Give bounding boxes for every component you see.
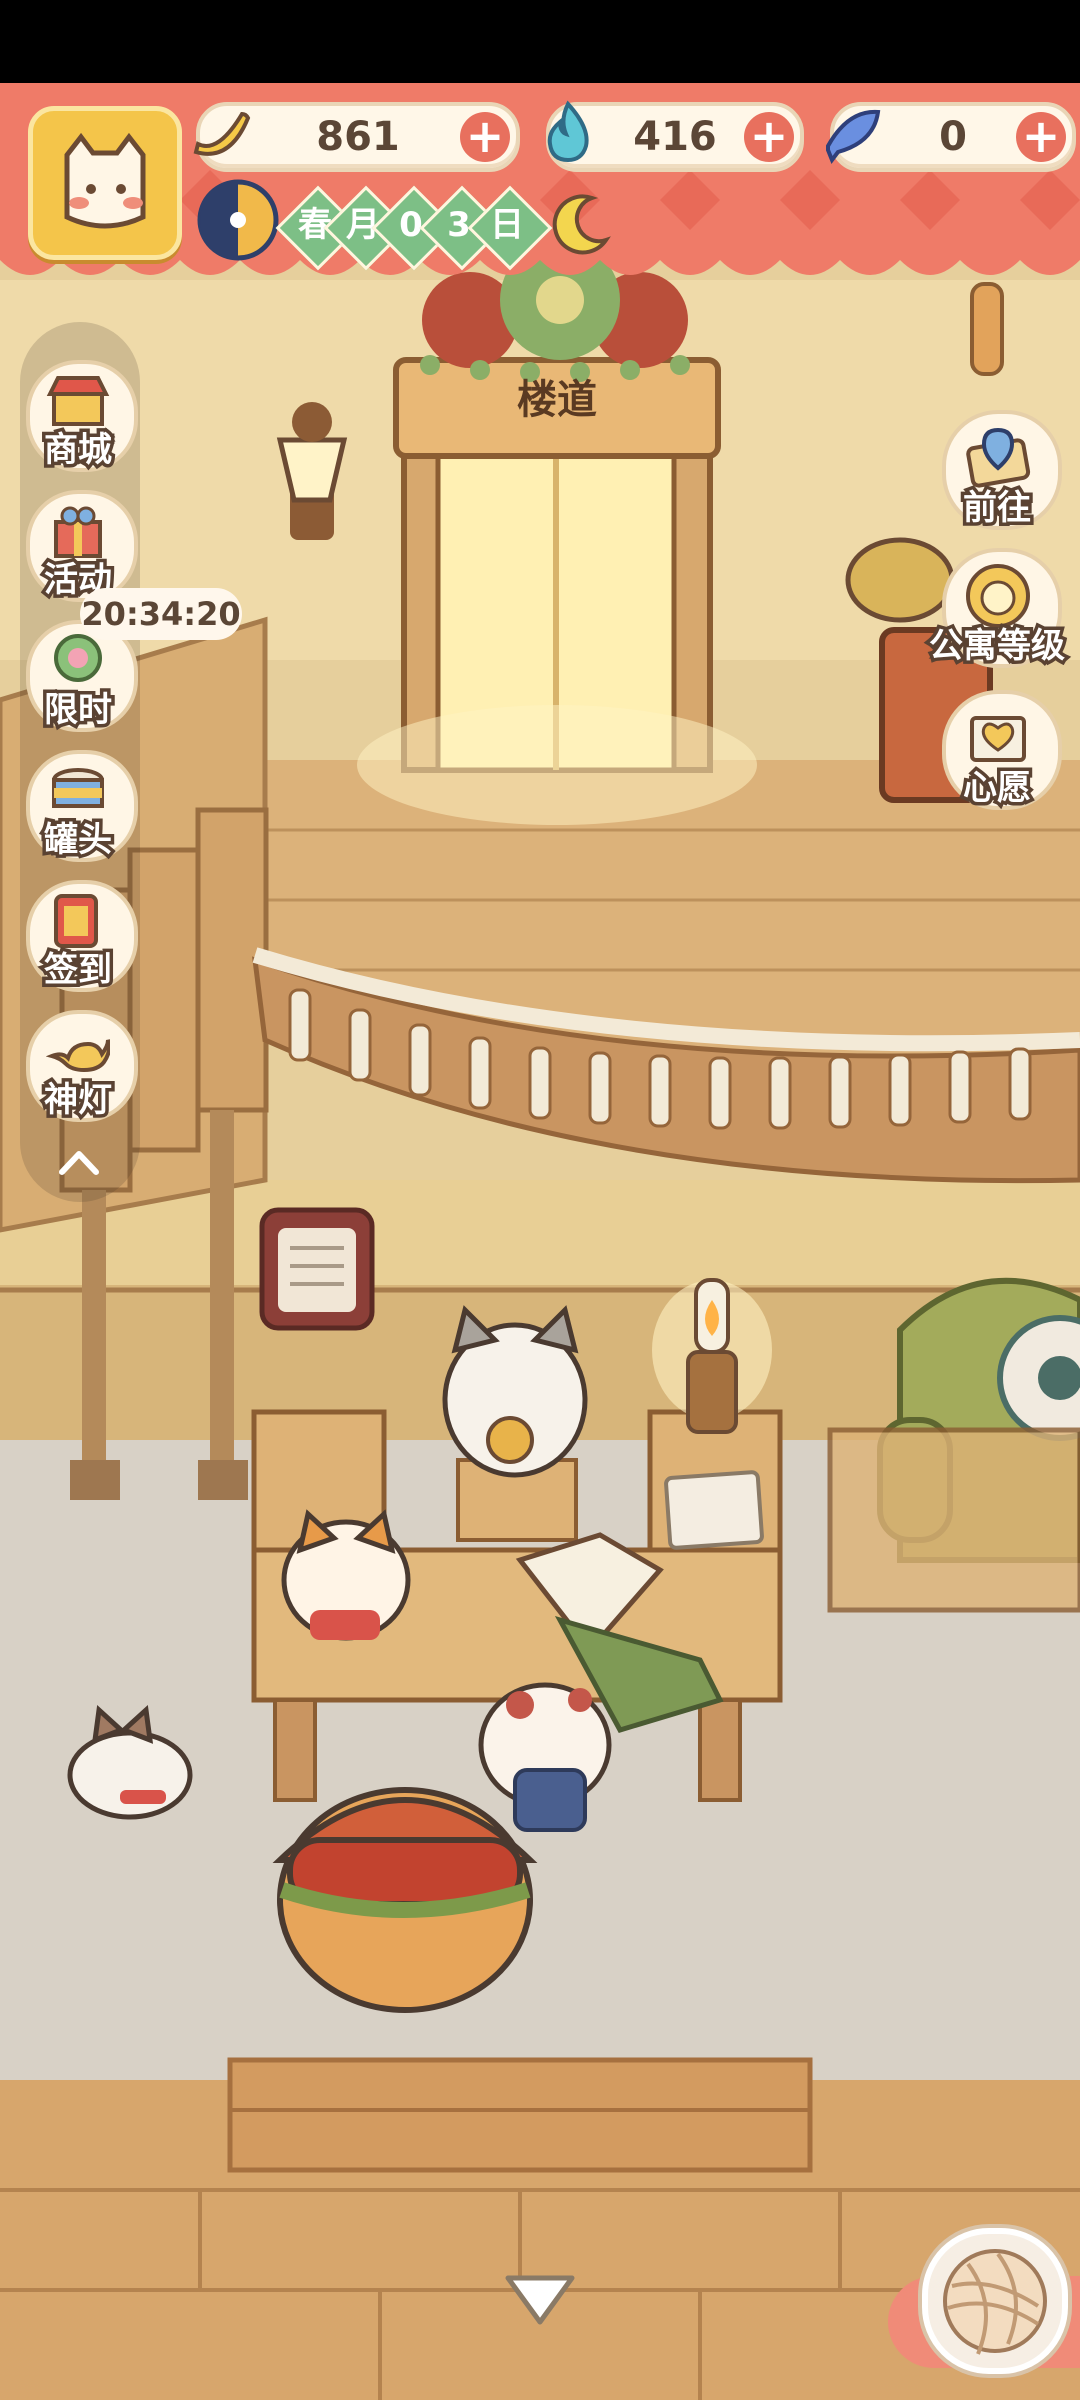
blue-flame-icon	[547, 100, 589, 163]
menu-checkin[interactable]: 签到	[20, 880, 138, 996]
currency-fish: 0 +	[826, 102, 1076, 172]
blue-fish-icon	[826, 109, 881, 165]
menu-cans-label: 罐头	[41, 817, 116, 864]
currency-flame: 416 +	[546, 100, 804, 172]
stairway-door-sign[interactable]: 楼道	[392, 352, 722, 448]
yarn-ball-icon	[943, 2249, 1047, 2355]
banana-icon	[193, 111, 251, 156]
menu-magic-lamp[interactable]: 神灯	[20, 1010, 138, 1126]
menu-cans[interactable]: 罐头	[20, 750, 138, 866]
menu-go-to-label: 前往	[960, 485, 1035, 532]
burger-cat	[272, 1787, 538, 2013]
menu-wishes[interactable]: 心愿	[932, 690, 1062, 820]
player-avatar[interactable]	[28, 106, 182, 260]
collapse-menu-chevron-icon[interactable]	[54, 1142, 104, 1182]
menu-apartment-level[interactable]: 公寓等级	[926, 548, 1069, 678]
menu-shop[interactable]: 商城	[20, 360, 138, 476]
scroll-down-arrow-icon[interactable]	[500, 2268, 580, 2332]
flame-count: 416	[633, 114, 717, 160]
limited-event-timer: 20:34:20	[80, 588, 242, 640]
menu-go-to[interactable]: 前往	[932, 410, 1062, 540]
menu-wishes-label: 心愿	[960, 765, 1035, 812]
menu-apartment-level-label: 公寓等级	[926, 623, 1069, 670]
day-night-compass-icon	[197, 179, 279, 261]
yarn-ball-button[interactable]	[922, 2228, 1068, 2374]
cat-sleeping-on-stool	[442, 1305, 588, 1478]
date-day: 日	[490, 205, 524, 245]
add-banana-button[interactable]: +	[460, 112, 510, 162]
add-flame-button[interactable]: +	[744, 112, 794, 162]
cat-at-table	[281, 1509, 411, 1641]
menu-checkin-label: 签到	[41, 947, 116, 994]
menu-shop-label: 商城	[41, 427, 116, 474]
add-fish-button[interactable]: +	[1016, 112, 1066, 162]
menu-magic-lamp-label: 神灯	[41, 1077, 116, 1124]
sleeping-moon-icon[interactable]	[546, 188, 616, 258]
cat-face-icon	[64, 132, 146, 229]
menu-limited-label: 限时	[41, 687, 116, 734]
currency-banana: 861 +	[193, 102, 520, 172]
fish-count: 0	[939, 114, 967, 160]
banana-count: 861	[316, 114, 400, 160]
